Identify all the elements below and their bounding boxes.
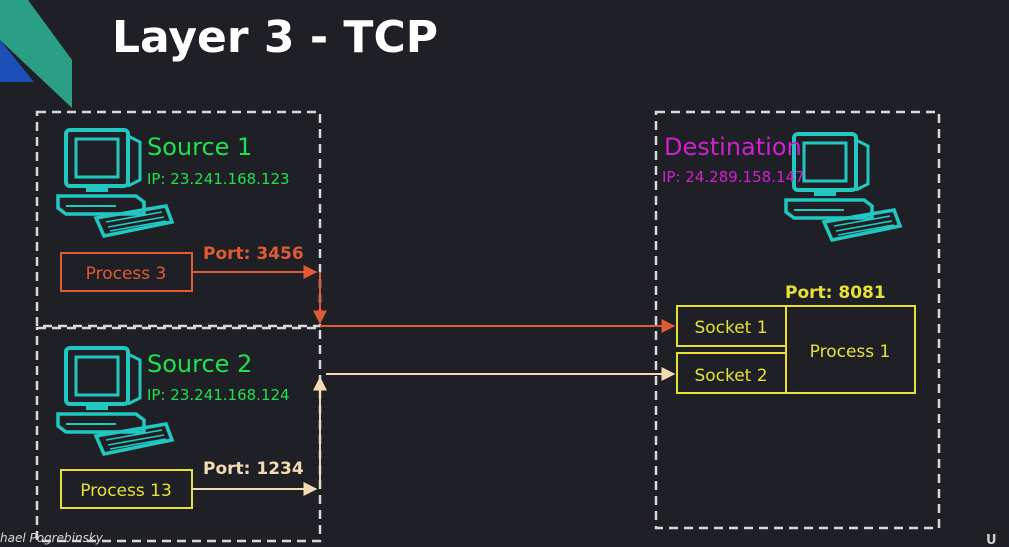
source2-ip: IP: 23.241.168.124 [147,386,290,404]
source1-process-label: Process 3 [86,264,167,284]
source2-process-label: Process 13 [80,481,172,501]
diagram-canvas: Layer 3 - TCP Source 1 IP: 23.241.168.12… [0,0,997,547]
slide-title: Layer 3 - TCP [112,12,438,63]
socket2-label: Socket 2 [694,366,767,386]
destination-port-label: Port: 8081 [785,283,886,303]
socket1-label: Socket 1 [694,318,767,338]
source2-name: Source 2 [147,350,252,378]
author-watermark: hael Pogrebinsky [0,531,104,545]
destination-name: Destination [664,133,802,161]
destination-ip: IP: 24.289.158.147 [662,168,805,186]
process1-label: Process 1 [810,342,891,362]
source2-port-label: Port: 1234 [203,459,304,479]
logo-shape [0,0,72,108]
corner-logo: U [986,533,997,547]
source1-ip: IP: 23.241.168.123 [147,170,290,188]
source1-name: Source 1 [147,133,252,161]
computer-icon [784,132,902,242]
source1-port-label: Port: 3456 [203,244,304,264]
